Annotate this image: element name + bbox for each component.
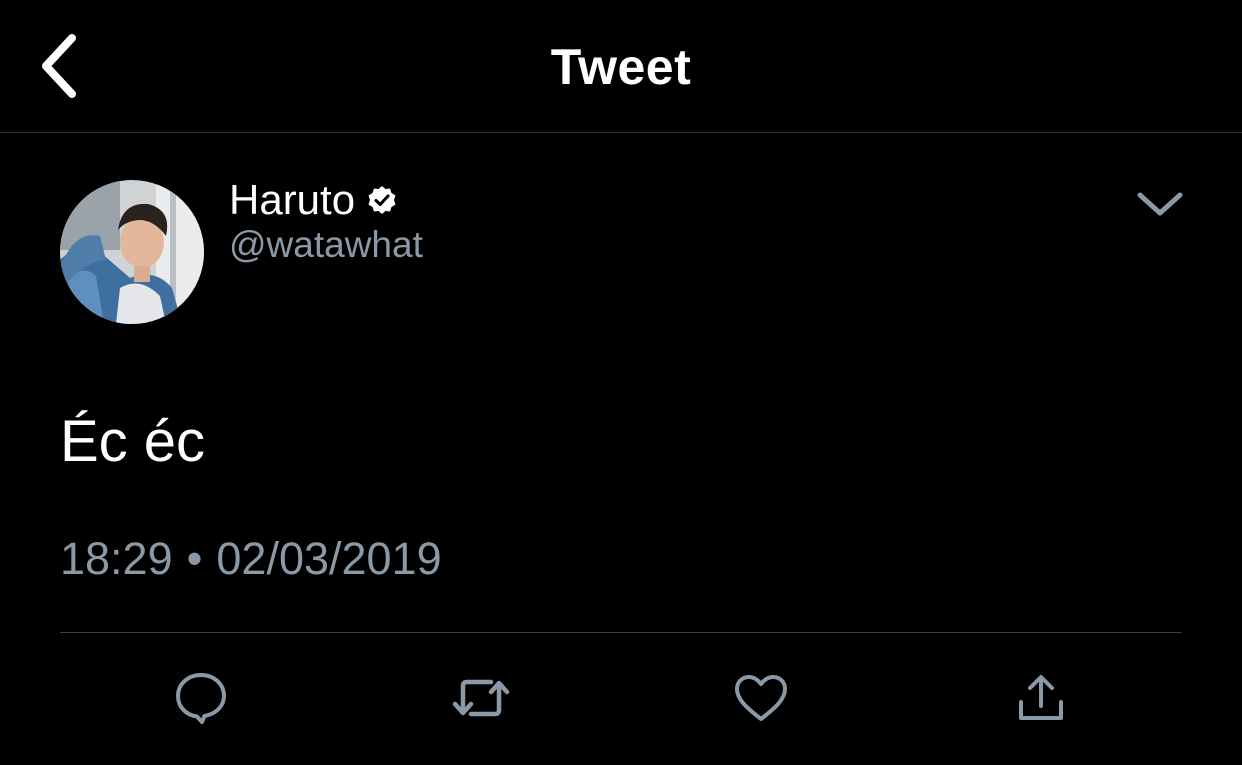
retweet-icon (452, 679, 510, 717)
share-button[interactable] (1011, 668, 1071, 728)
top-nav-bar: Tweet (0, 0, 1242, 133)
divider (60, 632, 1182, 633)
avatar-photo (60, 180, 204, 324)
comment-bubble-icon (176, 673, 226, 724)
reply-button[interactable] (171, 668, 231, 728)
heart-icon (735, 675, 787, 721)
author-name-row: Haruto (229, 176, 397, 224)
tweet-timestamp: 18:29 • 02/03/2019 (60, 533, 442, 585)
verified-badge-icon (367, 185, 397, 215)
chevron-down-icon (1137, 192, 1183, 216)
timestamp-separator: • (186, 533, 203, 584)
tweet-time: 18:29 (60, 533, 173, 584)
share-upload-icon (1019, 675, 1063, 720)
author-handle[interactable]: @watawhat (229, 224, 423, 266)
tweet-text: Éc éc (60, 409, 206, 474)
author-name[interactable]: Haruto (229, 176, 355, 224)
page-title: Tweet (550, 39, 692, 95)
tweet-menu-button[interactable] (1132, 184, 1188, 224)
avatar[interactable] (60, 180, 204, 324)
like-button[interactable] (731, 668, 791, 728)
retweet-button[interactable] (451, 668, 511, 728)
tweet-date: 02/03/2019 (216, 533, 442, 584)
